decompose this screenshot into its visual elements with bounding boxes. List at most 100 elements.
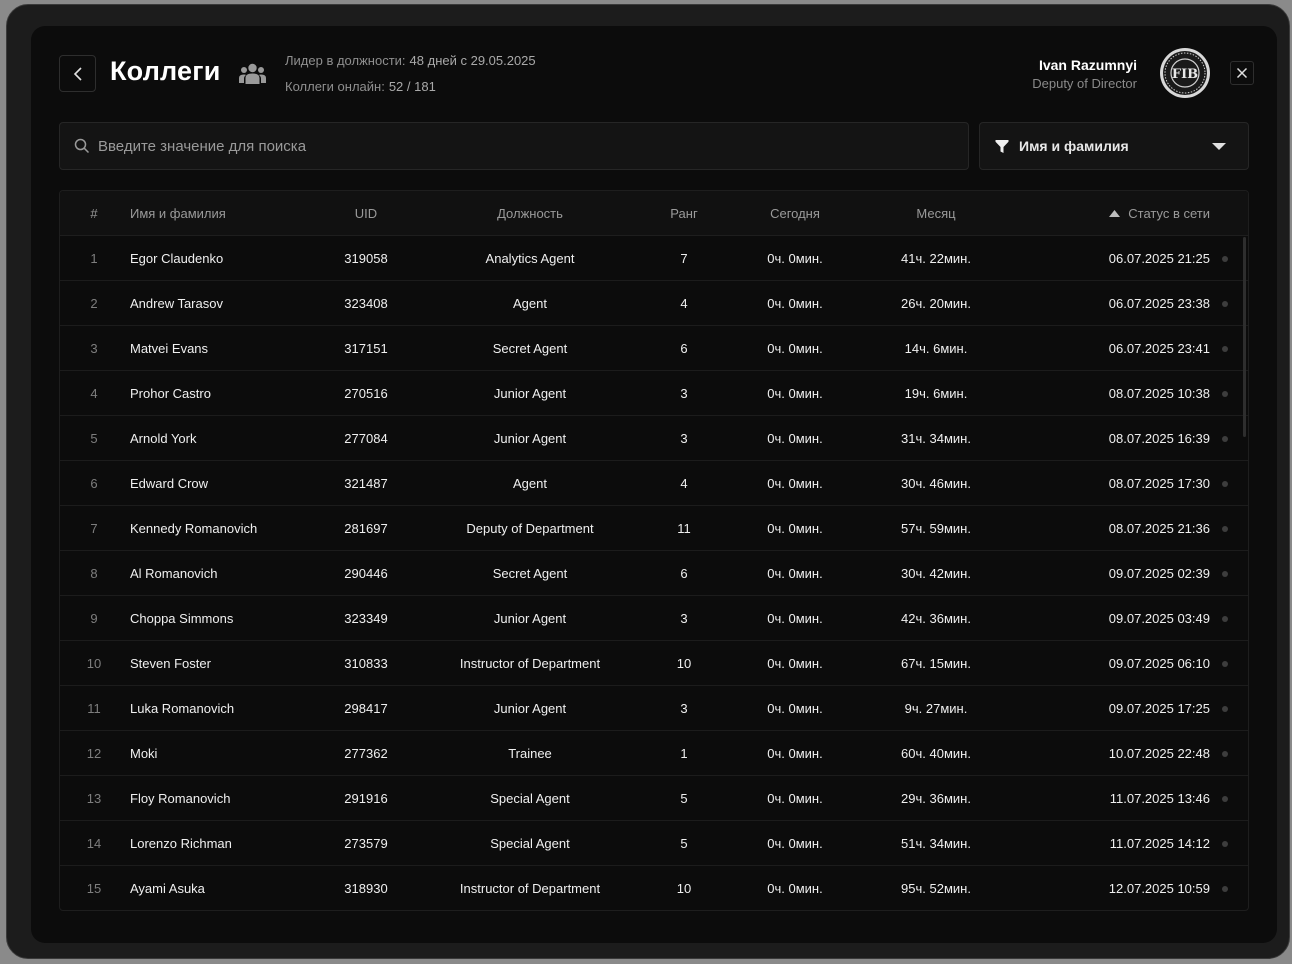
table-row[interactable]: 7 Kennedy Romanovich 281697 Deputy of Depar… <box>60 506 1248 551</box>
status-indicator <box>1220 461 1230 506</box>
cell-rank: 3 <box>680 701 688 716</box>
status-indicator <box>1220 686 1230 731</box>
cell-status: 09.07.2025 02:39 <box>1108 566 1210 581</box>
cell-name: Moki <box>130 746 158 761</box>
cell-status: 09.07.2025 03:49 <box>1108 611 1210 626</box>
cell-name: Prohor Castro <box>130 386 211 401</box>
cell-today: 0ч. 0мин. <box>767 746 823 761</box>
search-icon <box>74 138 90 154</box>
table-row[interactable]: 13 Floy Romanovich 291916 Special Agent 5 0ч.… <box>60 776 1248 821</box>
cell-name: Edward Crow <box>130 476 209 491</box>
cell-today: 0ч. 0мин. <box>767 836 823 851</box>
colleagues-panel: Коллеги Лидер в должности: 48 дней с 29.0… <box>31 26 1277 943</box>
offline-dot-icon <box>1222 705 1228 712</box>
table-row[interactable]: 12 Moki 277362 Trainee 1 0ч. 0мин. 60ч. 40мин.… <box>60 731 1248 776</box>
cell-name: Egor Claudenko <box>130 251 224 266</box>
cell-month: 30ч. 42мин. <box>901 566 971 581</box>
cell-today: 0ч. 0мин. <box>767 341 823 356</box>
cell-status: 06.07.2025 21:25 <box>1108 251 1210 266</box>
table-row[interactable]: 11 Luka Romanovich 298417 Junior Agent 3 0ч. … <box>60 686 1248 731</box>
cell-name: Matvei Evans <box>130 341 209 356</box>
cell-num: 10 <box>86 656 102 671</box>
status-indicator <box>1220 416 1230 461</box>
column-header-status[interactable]: Статус в сети <box>1020 191 1210 236</box>
status-indicator <box>1220 776 1230 821</box>
cell-rank: 6 <box>680 341 688 356</box>
table-row[interactable]: 15 Ayami Asuka 318930 Instructor of Departm… <box>60 866 1248 910</box>
online-value: 52 / 181 <box>388 79 436 94</box>
table-row[interactable]: 10 Steven Foster 310833 Instructor of Depar… <box>60 641 1248 686</box>
cell-name: Al Romanovich <box>130 566 218 581</box>
table-row[interactable]: 5 Arnold York 277084 Junior Agent 3 0ч. 0мин.… <box>60 416 1248 461</box>
cell-rank: 10 <box>676 881 692 896</box>
cell-today: 0ч. 0мин. <box>767 881 823 896</box>
search-input[interactable] <box>98 137 918 155</box>
cell-month: 42ч. 36мин. <box>901 611 971 626</box>
leader-label: Лидер в должности: <box>285 53 406 68</box>
cell-month: 29ч. 36мин. <box>901 791 971 806</box>
column-header-name[interactable]: Имя и фамилия <box>130 191 330 236</box>
cell-month: 67ч. 15мин. <box>901 656 971 671</box>
column-header-month[interactable]: Месяц <box>876 191 996 236</box>
close-button[interactable] <box>1230 61 1254 85</box>
back-button[interactable] <box>59 55 96 92</box>
cell-month: 60ч. 40мин. <box>901 746 971 761</box>
cell-name: Floy Romanovich <box>130 791 231 806</box>
offline-dot-icon <box>1222 480 1228 487</box>
cell-rank: 7 <box>680 251 688 266</box>
filter-dropdown[interactable]: Имя и фамилия <box>979 122 1249 170</box>
column-header-position[interactable]: Должность <box>430 191 630 236</box>
cell-name: Lorenzo Richman <box>130 836 232 851</box>
table-header: # Имя и фамилия UID Должность Ранг Сегод… <box>60 191 1248 236</box>
column-header-rank[interactable]: Ранг <box>644 191 724 236</box>
cell-position: Agent <box>513 476 547 491</box>
caret-down-icon <box>1212 143 1226 150</box>
table-row[interactable]: 6 Edward Crow 321487 Agent 4 0ч. 0мин. 30ч. 46… <box>60 461 1248 506</box>
cell-name: Andrew Tarasov <box>130 296 223 311</box>
cell-position: Agent <box>513 296 547 311</box>
cell-status: 10.07.2025 22:48 <box>1108 746 1210 761</box>
cell-position: Trainee <box>508 746 552 761</box>
status-indicator <box>1220 596 1230 641</box>
cell-uid: 290446 <box>344 566 388 581</box>
table-row[interactable]: 9 Choppa Simmons 323349 Junior Agent 3 0ч. 0м… <box>60 596 1248 641</box>
cell-month: 9ч. 27мин. <box>904 701 968 716</box>
status-indicator <box>1220 506 1230 551</box>
cell-position: Instructor of Department <box>459 881 601 896</box>
column-header-num[interactable]: # <box>60 191 128 236</box>
cell-today: 0ч. 0мин. <box>767 611 823 626</box>
cell-uid: 310833 <box>344 656 388 671</box>
offline-dot-icon <box>1222 660 1228 667</box>
cell-position: Junior Agent <box>493 611 567 626</box>
cell-name: Ayami Asuka <box>130 881 205 896</box>
offline-dot-icon <box>1222 525 1228 532</box>
cell-position: Special Agent <box>490 791 570 806</box>
cell-num: 7 <box>90 521 98 536</box>
table-row[interactable]: 1 Egor Claudenko 319058 Analytics Agent 7 0ч.… <box>60 236 1248 281</box>
cell-today: 0ч. 0мин. <box>767 476 823 491</box>
cell-position: Junior Agent <box>493 386 567 401</box>
cell-uid: 317151 <box>344 341 388 356</box>
cell-status: 11.07.2025 13:46 <box>1109 791 1210 806</box>
status-indicator <box>1220 641 1230 686</box>
cell-status: 09.07.2025 17:25 <box>1108 701 1210 716</box>
cell-rank: 3 <box>680 431 688 446</box>
cell-status: 12.07.2025 10:59 <box>1108 881 1210 896</box>
cell-position: Instructor of Department <box>459 656 601 671</box>
offline-dot-icon <box>1222 435 1228 442</box>
table-row[interactable]: 2 Andrew Tarasov 323408 Agent 4 0ч. 0мин. 26ч.… <box>60 281 1248 326</box>
table-row[interactable]: 8 Al Romanovich 290446 Secret Agent 6 0ч. 0ми… <box>60 551 1248 596</box>
cell-position: Junior Agent <box>493 701 567 716</box>
cell-name: Steven Foster <box>130 656 211 671</box>
column-header-today[interactable]: Сегодня <box>735 191 855 236</box>
table-row[interactable]: 14 Lorenzo Richman 273579 Special Agent 5 0ч.… <box>60 821 1248 866</box>
table-row[interactable]: 4 Prohor Castro 270516 Junior Agent 3 0ч. 0ми… <box>60 371 1248 416</box>
table-scrollbar[interactable] <box>1243 237 1246 437</box>
table-row[interactable]: 3 Matvei Evans 317151 Secret Agent 6 0ч. 0мин… <box>60 326 1248 371</box>
cell-num: 1 <box>90 251 98 266</box>
cell-uid: 323408 <box>344 296 388 311</box>
cell-position: Junior Agent <box>493 431 567 446</box>
cell-today: 0ч. 0мин. <box>767 521 823 536</box>
cell-position: Secret Agent <box>492 341 568 356</box>
column-header-uid[interactable]: UID <box>306 191 426 236</box>
